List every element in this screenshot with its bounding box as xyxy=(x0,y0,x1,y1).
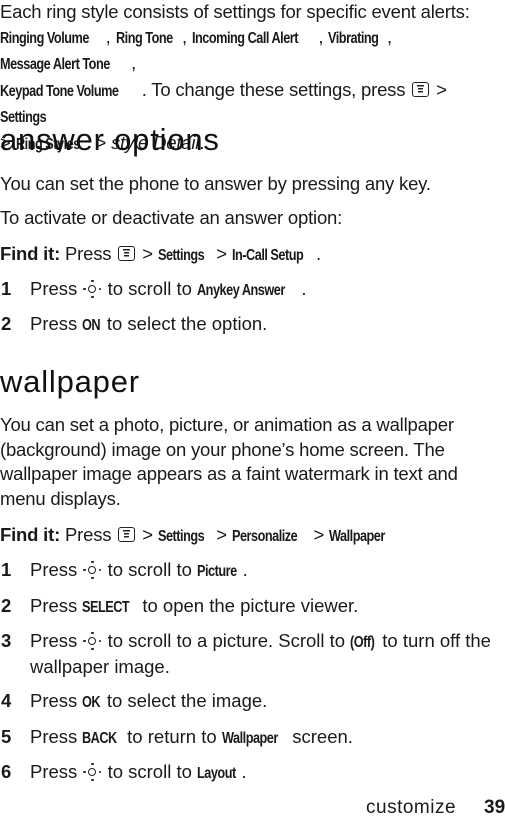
find-it-wallpaper: Find it: Press > Settings > Personalize … xyxy=(0,523,505,550)
menu-option: (Off) xyxy=(350,634,375,651)
menu-option: Wallpaper xyxy=(221,730,278,747)
wallpaper-paragraph: You can set a photo, picture, or animati… xyxy=(0,414,458,509)
nav-key-icon xyxy=(83,561,102,579)
find-it-label: Find it: xyxy=(0,524,61,545)
menu-key-icon xyxy=(118,527,136,542)
menu-path-item: Wallpaper xyxy=(329,528,385,545)
nav-key-icon xyxy=(83,632,102,650)
key-label: ON xyxy=(82,317,101,334)
section-heading-answer-options: answer options xyxy=(0,122,220,157)
alert-item: Keypad Tone Volume xyxy=(0,82,119,100)
step-number: 5 xyxy=(1,726,12,747)
key-label: BACK xyxy=(82,730,118,747)
nav-key-icon xyxy=(83,763,102,781)
key-label: OK xyxy=(82,694,101,711)
menu-key-icon xyxy=(118,246,136,261)
alert-item: Ring Tone xyxy=(115,29,173,47)
intro-line-2: Ringing Volume, Ring Tone, Incoming Call… xyxy=(0,25,505,78)
menu-option: Anykey Answer xyxy=(197,282,285,299)
alert-item: Message Alert Tone xyxy=(0,56,110,73)
menu-path-item: In-Call Setup xyxy=(231,247,304,264)
step-number: 2 xyxy=(1,595,12,616)
page-number: 39 xyxy=(484,797,505,818)
menu-path-item: Settings xyxy=(157,247,205,264)
step-number: 1 xyxy=(1,278,12,299)
step-number: 2 xyxy=(1,313,12,334)
section-heading-wallpaper: wallpaper xyxy=(0,364,140,399)
answer-options-instruction: To activate or deactivate an answer opti… xyxy=(0,207,343,228)
nav-key-icon xyxy=(83,280,102,298)
step-number: 3 xyxy=(1,630,12,651)
intro-line-1: Each ring style consists of settings for… xyxy=(0,1,470,22)
step-number: 4 xyxy=(1,690,12,711)
menu-path-item: Personalize xyxy=(231,528,298,545)
menu-key-icon xyxy=(412,81,430,97)
step-number: 6 xyxy=(1,761,12,782)
answer-options-paragraph: You can set the phone to answer by press… xyxy=(0,173,431,194)
alert-item: Incoming Call Alert xyxy=(191,29,299,47)
footer-section-name: customize xyxy=(366,797,457,818)
find-it-label: Find it: xyxy=(0,243,61,264)
menu-option: Layout xyxy=(197,765,236,782)
menu-option: Picture xyxy=(197,563,237,580)
find-it-answer-options: Find it: Press > Settings > In-Call Setu… xyxy=(0,242,505,269)
key-label: SELECT xyxy=(82,599,130,616)
alert-item: Vibrating xyxy=(328,29,379,47)
menu-path-item: Settings xyxy=(157,528,205,545)
alert-item: Ringing Volume xyxy=(0,29,89,47)
step-number: 1 xyxy=(1,559,12,580)
